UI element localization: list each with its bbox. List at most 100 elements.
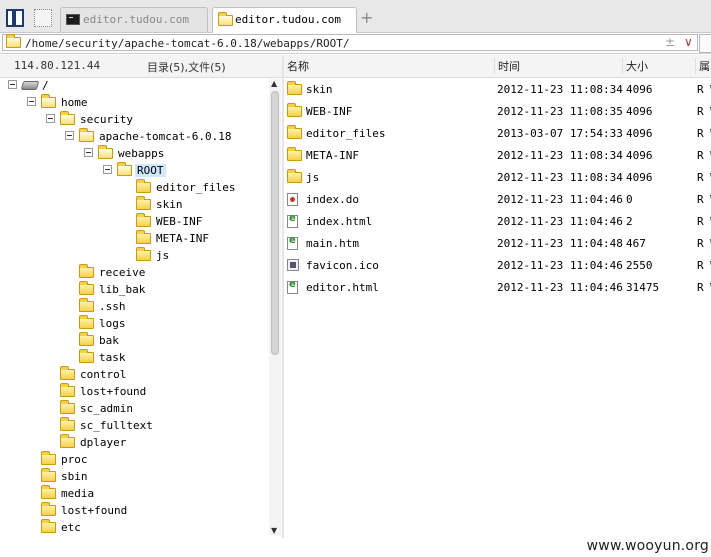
folder-icon	[287, 125, 302, 139]
tree-item[interactable]: .ssh	[0, 298, 266, 315]
collapse-toggle-icon[interactable]	[8, 80, 17, 89]
tree-item[interactable]: bak	[0, 332, 266, 349]
file-name: js	[306, 171, 320, 184]
folder-icon	[136, 247, 151, 261]
file-size: 31475	[626, 281, 660, 294]
folder-icon	[79, 315, 94, 329]
tree-item[interactable]: skin	[0, 196, 266, 213]
tree-item[interactable]: WEB-INF	[0, 213, 266, 230]
blank-tab-icon[interactable]	[34, 9, 52, 27]
chevron-down-icon[interactable]: ∨	[684, 35, 693, 49]
folder-icon	[60, 383, 75, 397]
column-time[interactable]: 时间	[494, 58, 623, 74]
tree-item-label: sc_admin	[80, 402, 133, 415]
go-button[interactable]	[699, 34, 711, 53]
tree-item[interactable]: receive	[0, 264, 266, 281]
file-row[interactable]: editor_files 2013-03-07 17:54:334096 R W	[284, 122, 711, 144]
tree-item-label: .ssh	[99, 300, 126, 313]
tree-item[interactable]: apache-tomcat-6.0.18	[0, 128, 266, 145]
tree-item-label: ROOT	[135, 164, 166, 177]
terminal-icon	[66, 14, 80, 25]
column-size[interactable]: 大小	[622, 58, 696, 74]
tree-item-label: skin	[156, 198, 183, 211]
tree-item[interactable]: ROOT	[0, 162, 266, 179]
folder-icon	[287, 169, 302, 183]
file-row[interactable]: index.do 2012-11-23 11:04:460 R W	[284, 188, 711, 210]
folder-icon	[79, 264, 94, 278]
tree-item[interactable]: webapps	[0, 145, 266, 162]
collapse-toggle-icon[interactable]	[46, 114, 55, 123]
file-name: WEB-INF	[306, 105, 353, 118]
tree-item[interactable]: security	[0, 111, 266, 128]
tree-item[interactable]: sc_fulltext	[0, 417, 266, 434]
file-row[interactable]: index.html 2012-11-23 11:04:462 R W	[284, 210, 711, 232]
tree-item-label: receive	[99, 266, 146, 279]
host-address: 114.80.121.44	[14, 59, 101, 72]
scroll-down-icon[interactable]: ▼	[271, 526, 277, 535]
file-row[interactable]: skin 2012-11-23 11:08:344096 R W	[284, 78, 711, 100]
tree-item[interactable]: proc	[0, 451, 266, 468]
tree-item[interactable]: lost+found	[0, 502, 266, 519]
file-row[interactable]: favicon.ico 2012-11-23 11:04:462550 R W	[284, 254, 711, 276]
file-time: 2012-11-23 11:04:46	[497, 281, 623, 294]
folder-icon	[79, 281, 94, 295]
file-time: 2012-11-23 11:08:34	[497, 83, 623, 96]
file-time: 2012-11-23 11:04:46	[497, 259, 623, 272]
file-name: skin	[306, 83, 333, 96]
scroll-up-icon[interactable]: ▲	[271, 79, 277, 88]
file-name: index.html	[306, 215, 373, 228]
tab-terminal[interactable]: editor.tudou.com	[60, 7, 208, 32]
column-attributes[interactable]: 属	[695, 58, 711, 74]
tree-item[interactable]: sc_admin	[0, 400, 266, 417]
file-name: META-INF	[306, 149, 359, 162]
tree-item[interactable]: META-INF	[0, 230, 266, 247]
file-row[interactable]: editor.html 2012-11-23 11:04:4631475 R W	[284, 276, 711, 298]
tree-item[interactable]: lost+found	[0, 383, 266, 400]
folder-icon	[79, 349, 94, 363]
tree-item[interactable]: control	[0, 366, 266, 383]
tree-item-label: logs	[99, 317, 126, 330]
tree-item[interactable]: editor_files	[0, 179, 266, 196]
tree-item[interactable]: etc	[0, 519, 266, 536]
html-file-icon	[287, 235, 298, 250]
tree-item[interactable]: sbin	[0, 468, 266, 485]
panel-toggle-icon[interactable]	[6, 9, 24, 27]
tab-bar: editor.tudou.com editor.tudou.com +	[0, 0, 711, 33]
collapse-toggle-icon[interactable]	[65, 131, 74, 140]
tree-item-label: WEB-INF	[156, 215, 203, 228]
file-list-header: 名称 时间 大小 属	[284, 55, 711, 78]
tree-item[interactable]: js	[0, 247, 266, 264]
file-name: main.htm	[306, 237, 359, 250]
collapse-toggle-icon[interactable]	[103, 165, 112, 174]
tree-item[interactable]: logs	[0, 315, 266, 332]
collapse-toggle-icon[interactable]	[27, 97, 36, 106]
path-text: /home/security/apache-tomcat-6.0.18/weba…	[25, 37, 350, 50]
address-bar: /home/security/apache-tomcat-6.0.18/weba…	[0, 33, 711, 54]
scroll-thumb[interactable]	[271, 91, 279, 355]
tree-item[interactable]: dplayer	[0, 434, 266, 451]
file-attr: R W	[697, 215, 711, 228]
file-row[interactable]: js 2012-11-23 11:08:344096 R W	[284, 166, 711, 188]
tree-item[interactable]: task	[0, 349, 266, 366]
file-row[interactable]: META-INF 2012-11-23 11:08:344096 R W	[284, 144, 711, 166]
file-time: 2012-11-23 11:04:46	[497, 215, 623, 228]
folder-icon	[41, 468, 56, 482]
path-input[interactable]: /home/security/apache-tomcat-6.0.18/weba…	[2, 34, 698, 51]
tree-item[interactable]: home	[0, 94, 266, 111]
tree-item[interactable]: /	[0, 77, 266, 94]
collapse-toggle-icon[interactable]	[84, 148, 93, 157]
file-row[interactable]: main.htm 2012-11-23 11:04:48467 R W	[284, 232, 711, 254]
tree-item[interactable]: media	[0, 485, 266, 502]
tab-file-manager[interactable]: editor.tudou.com	[212, 7, 357, 33]
column-name[interactable]: 名称	[284, 58, 494, 74]
tree-scrollbar[interactable]: ▲ ▼	[269, 79, 281, 535]
bookmark-icon[interactable]: ±	[665, 35, 675, 49]
folder-icon	[79, 298, 94, 312]
tree-item[interactable]: lib_bak	[0, 281, 266, 298]
folder-icon	[60, 366, 75, 380]
folder-icon	[60, 434, 75, 448]
new-tab-button[interactable]: +	[360, 8, 373, 27]
html-file-icon	[287, 279, 298, 294]
file-row[interactable]: WEB-INF 2012-11-23 11:08:354096 R W	[284, 100, 711, 122]
tree-item-label: proc	[61, 453, 88, 466]
